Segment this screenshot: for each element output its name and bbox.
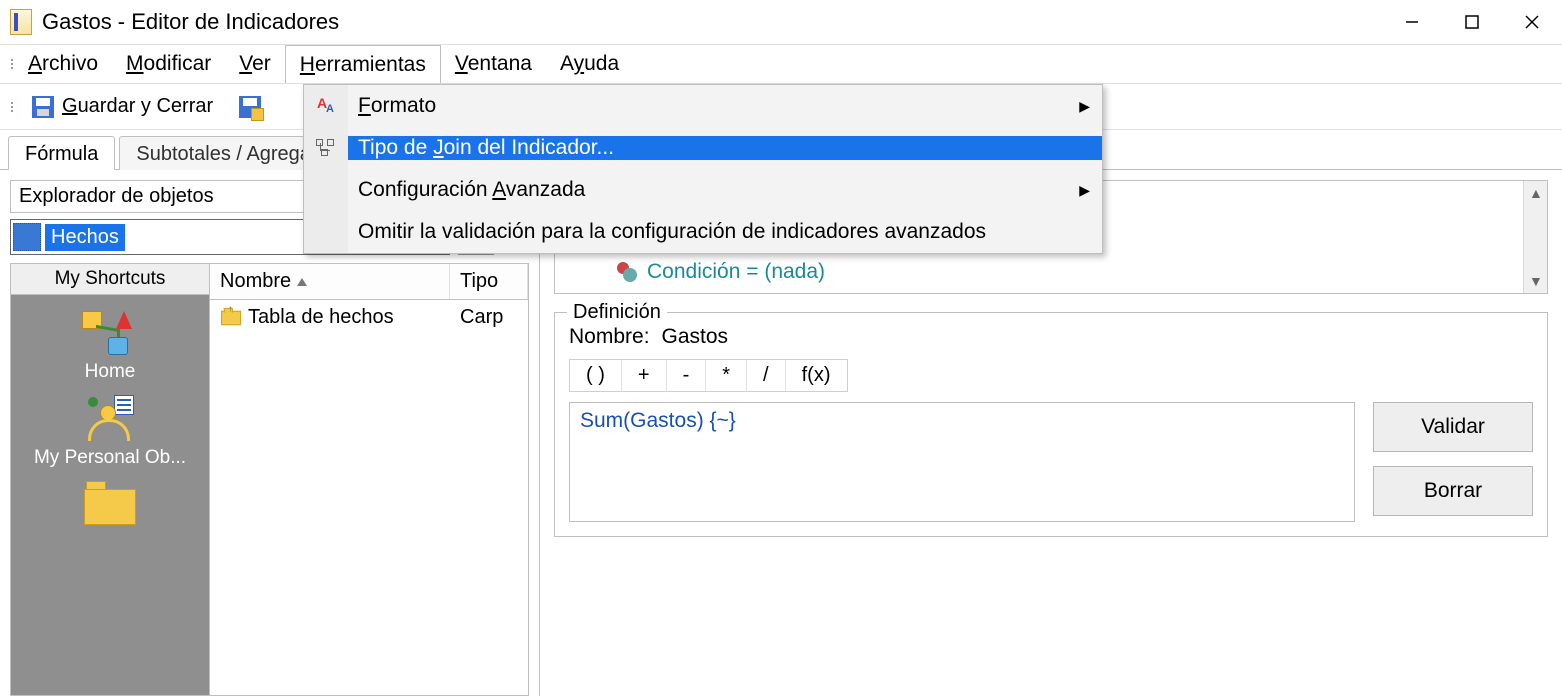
join-type-icon [316,139,336,157]
sort-asc-icon [297,278,307,286]
definition-group: Definición Nombre: Gastos ( ) + - * / f(… [554,312,1548,537]
shortcut-personal-objects[interactable]: My Personal Ob... [34,393,186,469]
tab-formula[interactable]: Fórmula [8,136,115,170]
menu-herramientas[interactable]: Herramientas [285,45,441,83]
toolbar-grip[interactable] [8,102,14,112]
fact-folder-icon [13,223,41,251]
tools-dropdown: Formato ▶ Tipo de Join del Indicador... … [303,84,1103,254]
close-button[interactable] [1502,2,1562,42]
list-item[interactable]: Tabla de hechos Carp [210,300,528,335]
save-icon [32,96,54,118]
definition-name-label: Nombre: [569,325,650,349]
op-minus-button[interactable]: - [667,360,707,391]
explorer-combo-value: Hechos [45,224,125,251]
operator-toolbar: ( ) + - * / f(x) [569,359,848,392]
explorer-list: Nombre Tipo Tabla de hechos Carp [210,263,529,696]
tab-subtotales[interactable]: Subtotales / Agrega [119,136,328,170]
submenu-arrow-icon: ▶ [1067,182,1102,199]
list-item-type: Carp [450,300,528,335]
op-fx-button[interactable]: f(x) [786,360,847,391]
validate-button[interactable]: Validar [1373,402,1533,452]
shortcut-personal-label: My Personal Ob... [34,447,186,469]
list-header-tipo[interactable]: Tipo [450,264,528,299]
submenu-arrow-icon: ▶ [1067,98,1102,115]
op-paren-button[interactable]: ( ) [570,360,622,391]
menu-item-join-type[interactable]: Tipo de Join del Indicador... [304,127,1102,169]
clear-button[interactable]: Borrar [1373,466,1533,516]
menu-item-skip-validation[interactable]: Omitir la validación para la configuraci… [304,211,1102,253]
home-icon [80,307,140,357]
folder-icon [221,310,241,324]
folder-icon [80,479,140,525]
vertical-scrollbar[interactable] [1523,181,1547,293]
save-as-button[interactable] [231,94,269,120]
op-divide-button[interactable]: / [747,360,786,391]
condition-icon [617,262,639,282]
shortcut-home[interactable]: Home [80,307,140,383]
window-title: Gastos - Editor de Indicadores [42,9,339,35]
minimize-button[interactable] [1382,2,1442,42]
menu-ayuda[interactable]: Ayuda [546,45,633,83]
personal-objects-icon [80,393,140,443]
maximize-button[interactable] [1442,2,1502,42]
menu-item-formato[interactable]: Formato ▶ [304,85,1102,127]
title-bar: Gastos - Editor de Indicadores [0,0,1562,44]
shortcuts-header: My Shortcuts [11,264,209,295]
definition-legend: Definición [567,301,667,324]
list-item-name: Tabla de hechos [248,306,394,329]
shortcut-folder[interactable] [80,479,140,525]
save-as-icon [239,96,261,118]
save-and-close-button[interactable]: Guardar y Cerrar [24,93,221,120]
op-multiply-button[interactable]: * [706,360,747,391]
op-plus-button[interactable]: + [622,360,667,391]
list-header-nombre[interactable]: Nombre [210,264,450,299]
menu-modificar[interactable]: Modificar [112,45,225,83]
tree-condition[interactable]: Condición = (nada) [589,257,1539,287]
menu-ver[interactable]: Ver [225,45,285,83]
shortcuts-panel: My Shortcuts Home My Personal Ob... [10,263,210,696]
format-icon [317,97,335,115]
formula-input[interactable]: Sum(Gastos) {~} [569,402,1355,522]
shortcut-home-label: Home [85,361,136,383]
menu-bar: Archivo Modificar Ver Herramientas Venta… [0,44,1562,84]
menu-item-advanced-config[interactable]: Configuración Avanzada ▶ [304,169,1102,211]
app-icon [10,9,32,35]
definition-name-value: Gastos [662,325,729,349]
menu-ventana[interactable]: Ventana [441,45,546,83]
menu-archivo[interactable]: Archivo [14,45,112,83]
